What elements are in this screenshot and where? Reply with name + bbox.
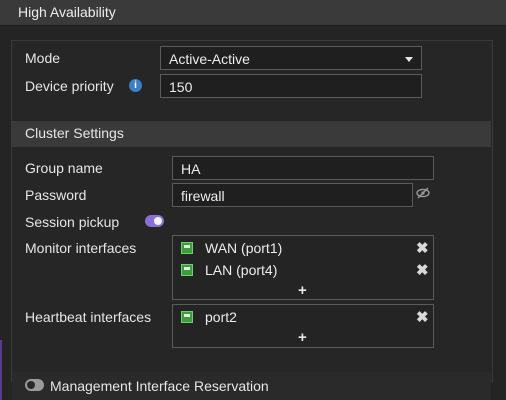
mode-select[interactable]: Active-Active: [160, 46, 422, 70]
network-port-icon: [181, 311, 193, 323]
device-priority-value: 150: [169, 79, 193, 95]
interface-name: port2: [205, 309, 237, 325]
group-name-input[interactable]: HA: [172, 156, 434, 180]
chevron-down-icon[interactable]: [405, 57, 413, 62]
left-edge-accent: [0, 340, 2, 400]
mode-label: Mode: [25, 50, 61, 66]
session-pickup-toggle[interactable]: [145, 215, 164, 227]
panel-title-bar: High Availability: [0, 0, 506, 26]
remove-icon[interactable]: ✖: [416, 310, 429, 325]
password-label: Password: [25, 187, 87, 203]
cluster-settings-title: Cluster Settings: [25, 125, 124, 141]
add-icon[interactable]: +: [298, 283, 307, 298]
info-icon[interactable]: i: [129, 79, 142, 92]
interface-name: WAN (port1): [205, 240, 283, 256]
management-reservation-toggle[interactable]: [25, 379, 44, 391]
group-name-label: Group name: [25, 160, 103, 176]
page-title: High Availability: [18, 4, 116, 20]
session-pickup-label: Session pickup: [25, 214, 120, 230]
group-name-value: HA: [181, 161, 201, 177]
device-priority-label: Device priority: [25, 78, 114, 94]
device-priority-input[interactable]: 150: [160, 74, 422, 98]
network-port-icon: [181, 264, 193, 276]
add-icon[interactable]: +: [298, 330, 307, 345]
network-port-icon: [181, 242, 193, 254]
cluster-settings-header: Cluster Settings: [12, 121, 491, 147]
list-item[interactable]: WAN (port1): [181, 240, 401, 258]
remove-icon[interactable]: ✖: [416, 263, 429, 278]
heartbeat-interfaces-list: port2 ✖ +: [172, 304, 434, 348]
heartbeat-interfaces-label: Heartbeat interfaces: [25, 309, 152, 325]
remove-icon[interactable]: ✖: [416, 241, 429, 256]
interface-name: LAN (port4): [205, 262, 278, 278]
mode-select-value: Active-Active: [169, 51, 250, 67]
management-reservation-label: Management Interface Reservation: [50, 378, 269, 394]
list-item[interactable]: port2: [181, 309, 401, 327]
monitor-interfaces-label: Monitor interfaces: [25, 240, 137, 256]
monitor-interfaces-list: WAN (port1) ✖ LAN (port4) ✖ +: [172, 235, 434, 300]
eye-slash-icon[interactable]: [416, 187, 430, 199]
password-input[interactable]: firewall: [172, 183, 413, 207]
list-item[interactable]: LAN (port4): [181, 262, 401, 280]
password-value: firewall: [181, 188, 225, 204]
